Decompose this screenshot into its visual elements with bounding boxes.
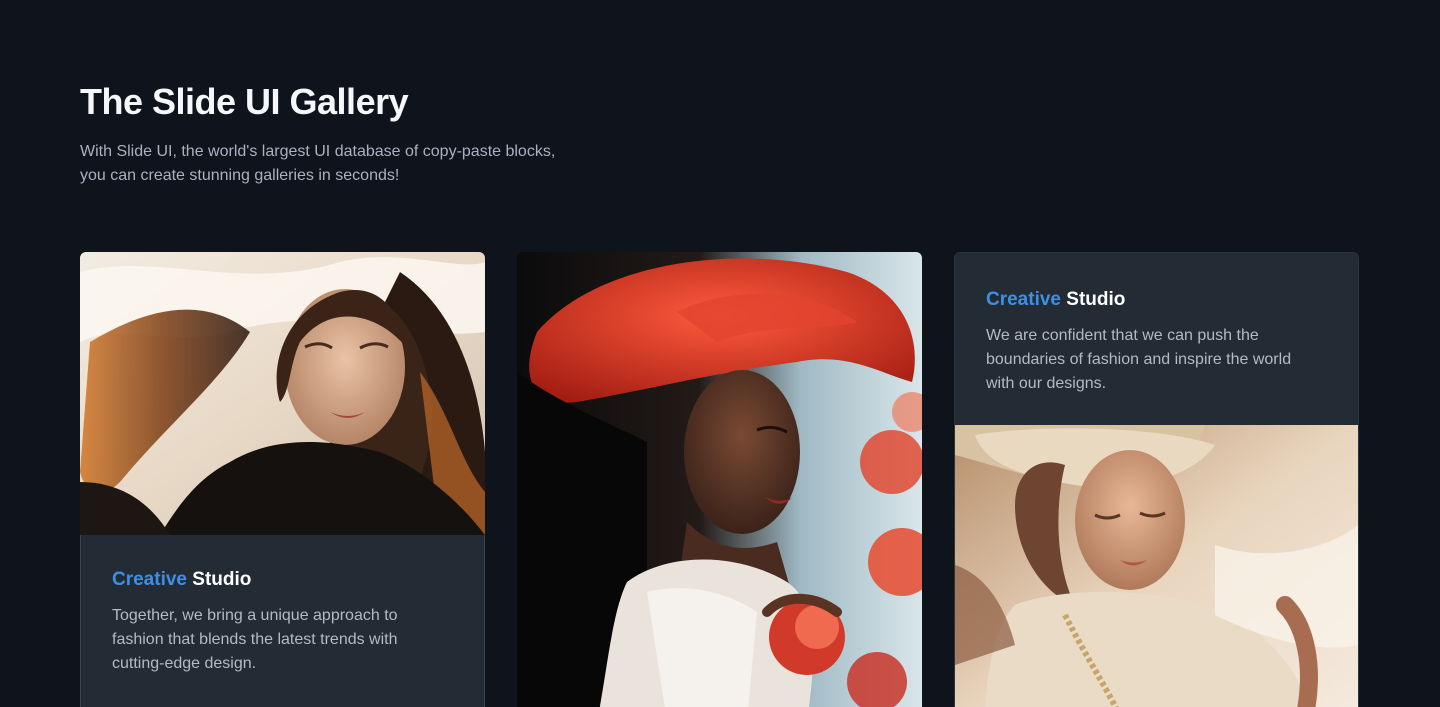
card-1-title: Creative Studio <box>112 568 453 592</box>
card-3-title: Creative Studio <box>986 288 1327 312</box>
gallery-page: The Slide UI Gallery With Slide UI, the … <box>0 0 1440 707</box>
subtitle-line-1: With Slide UI, the world's largest UI da… <box>80 143 556 160</box>
card-1-description: Together, we bring a unique approach to … <box>112 607 398 672</box>
card-3-title-rest: Studio <box>1066 289 1126 310</box>
card-1-image <box>80 252 485 535</box>
card-1-title-accent: Creative <box>112 569 187 590</box>
card-3-panel: Creative Studio We are confident that we… <box>955 253 1358 425</box>
gallery-card-3[interactable]: Creative Studio We are confident that we… <box>954 252 1359 707</box>
card-3-image <box>955 425 1358 707</box>
card-1-title-rest: Studio <box>192 569 252 590</box>
page-subtitle: With Slide UI, the world's largest UI da… <box>80 140 620 188</box>
gallery-card-1[interactable]: Creative Studio Together, we bring a uni… <box>80 252 485 707</box>
portrait-image-2 <box>517 252 922 707</box>
portrait-image-3 <box>955 425 1358 707</box>
card-3-description: We are confident that we can push the bo… <box>986 327 1292 392</box>
portrait-image-1 <box>80 252 485 535</box>
card-2-image <box>517 252 922 707</box>
page-title: The Slide UI Gallery <box>80 81 409 122</box>
card-3-title-accent: Creative <box>986 289 1061 310</box>
subtitle-line-2: you can create stunning galleries in sec… <box>80 167 400 184</box>
card-1-panel: Creative Studio Together, we bring a uni… <box>80 535 485 707</box>
gallery-card-2[interactable] <box>517 252 922 707</box>
